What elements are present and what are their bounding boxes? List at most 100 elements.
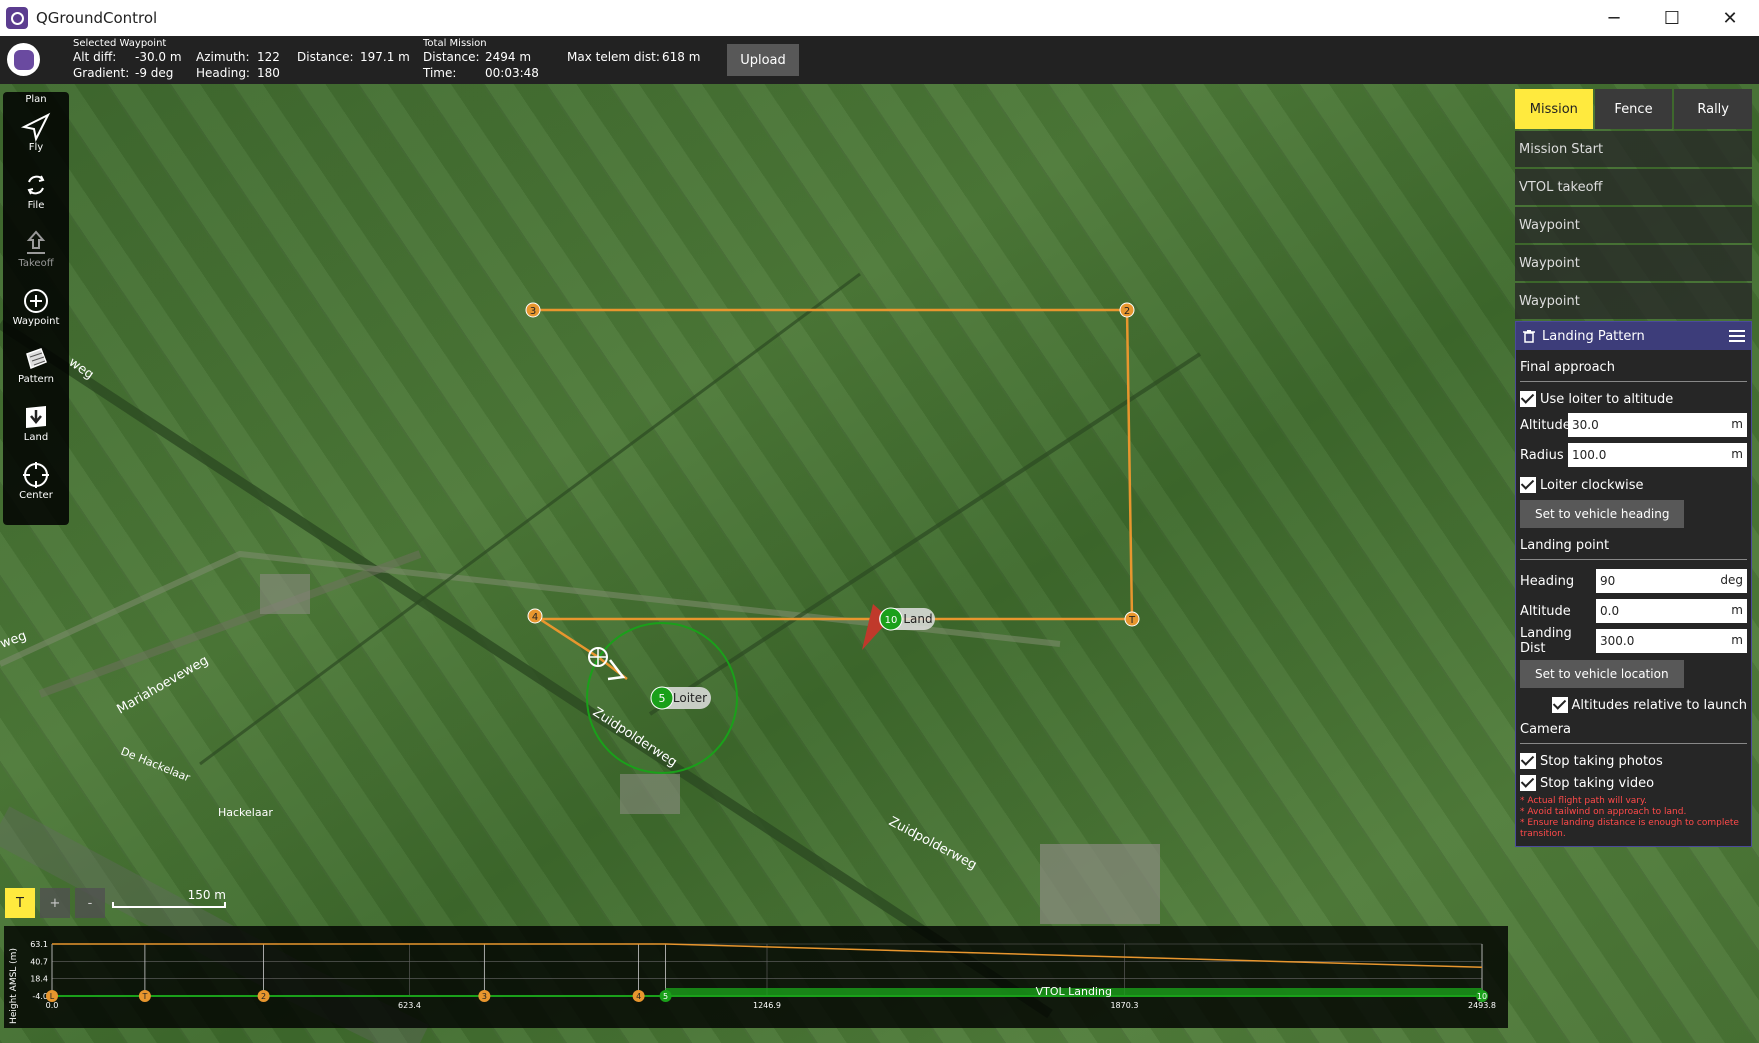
total-time-value: 00:03:48 bbox=[485, 66, 539, 80]
hamburger-menu-icon[interactable] bbox=[1729, 329, 1745, 343]
mission-item-waypoint[interactable]: Waypoint bbox=[1515, 207, 1752, 243]
checkbox-icon[interactable] bbox=[1520, 477, 1536, 493]
stop-video-checkbox[interactable]: Stop taking video bbox=[1520, 772, 1747, 794]
x-tick-label: 1870.3 bbox=[1110, 1001, 1138, 1010]
unit-label: m bbox=[1731, 633, 1743, 647]
tool-center[interactable]: Center bbox=[3, 460, 69, 501]
plan-tabs: Mission Fence Rally bbox=[1515, 89, 1753, 129]
tool-label: Pattern bbox=[18, 374, 54, 385]
tool-label: Takeoff bbox=[18, 258, 54, 269]
landing-point-title: Landing point bbox=[1520, 532, 1747, 560]
checkbox-icon[interactable] bbox=[1551, 697, 1568, 713]
road-label: De Hackelaar bbox=[119, 745, 193, 785]
tab-rally[interactable]: Rally bbox=[1674, 89, 1753, 129]
tool-fly[interactable]: Fly bbox=[3, 112, 69, 153]
close-button[interactable]: ✕ bbox=[1701, 0, 1759, 36]
waypoint-dot-label: 10 bbox=[1477, 992, 1487, 1001]
loiter-altitude-value: 30.0 bbox=[1572, 418, 1599, 432]
y-tick-label: 40.7 bbox=[30, 957, 48, 966]
unit-label: m bbox=[1731, 447, 1743, 461]
place-label: Hackelaar bbox=[218, 806, 273, 819]
waypoint-dot-label: 3 bbox=[482, 992, 487, 1001]
checkbox-icon[interactable] bbox=[1520, 775, 1536, 791]
terrain-button[interactable]: T bbox=[5, 888, 35, 918]
waypoint-dot-label: 5 bbox=[663, 992, 668, 1001]
mission-item-waypoint[interactable]: Waypoint bbox=[1515, 283, 1752, 319]
note-line: * Avoid tailwind on approach to land. bbox=[1520, 807, 1687, 817]
set-vehicle-heading-button[interactable]: Set to vehicle heading bbox=[1520, 500, 1685, 528]
gradient-value: -9 deg bbox=[135, 66, 174, 80]
set-vehicle-location-button[interactable]: Set to vehicle location bbox=[1520, 660, 1684, 688]
distance-value: 197.1 m bbox=[360, 50, 410, 64]
checkbox-icon[interactable] bbox=[1520, 391, 1536, 407]
landing-altitude-value: 0.0 bbox=[1600, 604, 1620, 618]
waypoint-dot-label: 4 bbox=[636, 992, 641, 1001]
landing-pattern-header[interactable]: Landing Pattern bbox=[1516, 322, 1751, 350]
mission-item-waypoint[interactable]: Waypoint bbox=[1515, 245, 1752, 281]
land-number[interactable]: 10 bbox=[885, 615, 898, 626]
stop-photos-checkbox[interactable]: Stop taking photos bbox=[1520, 750, 1747, 772]
landing-dist-value: 300.0 bbox=[1600, 634, 1635, 648]
vtol-landing-label: VTOL Landing bbox=[1036, 985, 1112, 998]
landing-dist-label: Landing Dist bbox=[1520, 626, 1572, 656]
unit-label: m bbox=[1731, 417, 1743, 431]
takeoff-icon bbox=[26, 230, 46, 254]
tool-label: Land bbox=[23, 432, 49, 443]
land-label: Land bbox=[903, 612, 932, 626]
waypoint-3-marker[interactable]: 3 bbox=[530, 306, 536, 317]
landing-dist-field[interactable]: 300.0 m bbox=[1596, 629, 1747, 653]
checkbox-icon[interactable] bbox=[1520, 753, 1536, 769]
trash-icon[interactable] bbox=[1522, 329, 1536, 343]
selected-waypoint-header: Selected Waypoint bbox=[73, 38, 167, 49]
max-telem-label: Max telem dist: bbox=[567, 50, 660, 64]
tool-land[interactable]: Land bbox=[3, 402, 69, 443]
gradient-label: Gradient: bbox=[73, 66, 130, 80]
tool-waypoint[interactable]: Waypoint bbox=[3, 286, 69, 327]
zoom-in-button[interactable]: + bbox=[40, 888, 70, 918]
map-view[interactable]: 3 2 4 T 5 Loiter 10 Land Mariahoeveweg D… bbox=[0, 84, 1759, 1043]
takeoff-marker[interactable]: T bbox=[1128, 615, 1136, 626]
x-tick-label: 0.0 bbox=[46, 1001, 59, 1010]
tab-fence[interactable]: Fence bbox=[1594, 89, 1673, 129]
map-overlay: 3 2 4 T 5 Loiter 10 Land Mariahoeveweg D… bbox=[0, 272, 1202, 1043]
scale-bar bbox=[112, 902, 226, 908]
landing-notes: * Actual flight path will vary. * Avoid … bbox=[1520, 796, 1747, 840]
landing-altitude-label: Altitude bbox=[1520, 603, 1571, 619]
center-icon bbox=[23, 462, 49, 488]
road-label: Zuidpolderweg bbox=[886, 814, 979, 873]
loiter-radius-field[interactable]: 100.0 m bbox=[1568, 443, 1747, 467]
tab-mission[interactable]: Mission bbox=[1515, 89, 1593, 129]
tool-pattern[interactable]: Pattern bbox=[3, 344, 69, 385]
tool-label: Waypoint bbox=[12, 316, 60, 327]
tool-label: File bbox=[27, 200, 45, 211]
alt-diff-value: -30.0 m bbox=[135, 50, 182, 64]
landing-heading-field[interactable]: 90 deg bbox=[1596, 569, 1747, 593]
landing-altitude-field[interactable]: 0.0 m bbox=[1596, 599, 1747, 623]
mission-item-vtol-takeoff[interactable]: VTOL takeoff bbox=[1515, 169, 1752, 205]
loiter-clockwise-label: Loiter clockwise bbox=[1540, 477, 1644, 493]
maximize-button[interactable]: ☐ bbox=[1643, 0, 1701, 36]
title-bar: QGroundControl ─ ☐ ✕ bbox=[0, 0, 1759, 36]
altitudes-relative-checkbox[interactable]: Altitudes relative to launch bbox=[1520, 694, 1747, 716]
upload-button[interactable]: Upload bbox=[727, 44, 799, 76]
stop-photos-label: Stop taking photos bbox=[1540, 753, 1663, 769]
camera-title: Camera bbox=[1520, 716, 1747, 744]
use-loiter-checkbox[interactable]: Use loiter to altitude bbox=[1520, 388, 1747, 410]
zoom-out-button[interactable]: - bbox=[75, 888, 105, 918]
waypoint-2-marker[interactable]: 2 bbox=[1124, 306, 1130, 317]
loiter-clockwise-checkbox[interactable]: Loiter clockwise bbox=[1520, 474, 1747, 496]
loiter-altitude-field[interactable]: 30.0 m bbox=[1568, 413, 1747, 437]
tool-takeoff[interactable]: Takeoff bbox=[3, 228, 69, 269]
tool-file[interactable]: File bbox=[3, 170, 69, 211]
map-scale: 150 m bbox=[112, 888, 226, 908]
loiter-number[interactable]: 5 bbox=[659, 692, 666, 705]
alt-diff-label: Alt diff: bbox=[73, 50, 117, 64]
file-icon bbox=[27, 175, 45, 195]
mission-item-start[interactable]: Mission Start bbox=[1515, 131, 1752, 167]
heading-value: 180 bbox=[257, 66, 280, 80]
minimize-button[interactable]: ─ bbox=[1585, 0, 1643, 36]
terrain-profile[interactable]: Height AMSL (m) 63.1 40.7 18.4 -4.0 0.0 623.4 1… bbox=[4, 926, 1508, 1028]
waypoint-4-marker[interactable]: 4 bbox=[532, 612, 538, 623]
mission-panel: Mission Fence Rally Mission Start VTOL t… bbox=[1515, 89, 1753, 847]
qgc-logo-icon[interactable] bbox=[7, 43, 40, 76]
